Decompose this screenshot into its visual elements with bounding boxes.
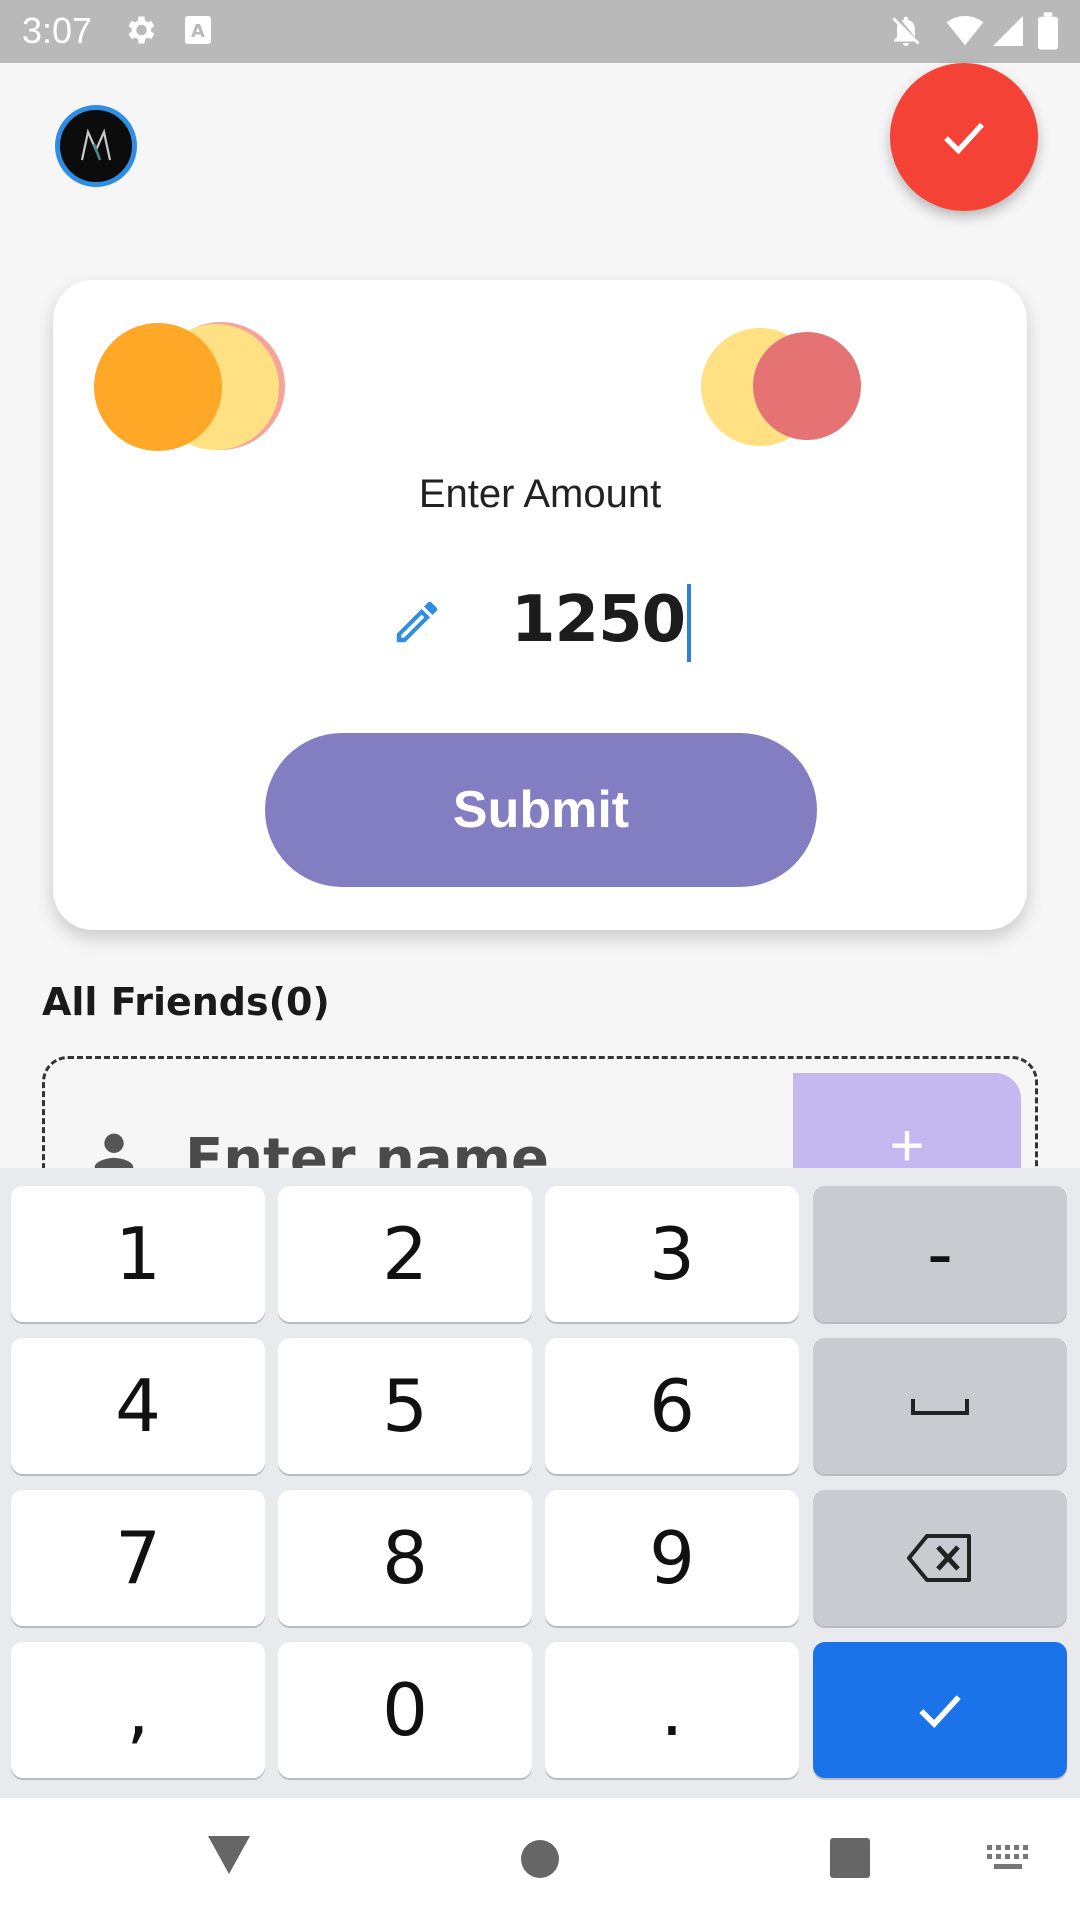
key-space[interactable] [813,1338,1067,1474]
numeric-keyboard: 1 2 3 - 4 5 6 7 8 9 , 0 . [0,1168,1080,1798]
enter-amount-label: Enter Amount [418,472,662,516]
key-2[interactable]: 2 [278,1186,532,1322]
key-period[interactable]: . [545,1642,799,1778]
card-logo-circle [753,332,861,440]
key-comma[interactable]: , [11,1642,265,1778]
key-4[interactable]: 4 [11,1338,265,1474]
navigation-bar [0,1798,1080,1920]
card-logo-circle [94,323,222,451]
amount-field[interactable]: 1250 [53,575,1027,665]
pencil-icon [390,595,444,654]
key-8[interactable]: 8 [278,1490,532,1626]
home-icon[interactable] [519,1838,561,1885]
key-1[interactable]: 1 [11,1186,265,1322]
key-7[interactable]: 7 [11,1490,265,1626]
a-badge-icon: A [184,12,212,53]
key-0[interactable]: 0 [278,1642,532,1778]
cell-signal-icon [990,12,1026,55]
key-backspace[interactable] [813,1490,1067,1626]
key-done[interactable] [813,1642,1067,1778]
submit-button[interactable]: Submit [265,733,817,887]
avatar-logo-icon [80,128,112,161]
key-6[interactable]: 6 [545,1338,799,1474]
friends-title: All Friends(0) [42,980,330,1024]
settings-icon [122,12,158,53]
recents-icon[interactable] [830,1838,870,1883]
key-minus[interactable]: - [813,1186,1067,1322]
amount-input[interactable]: 1250 [511,575,692,665]
add-friend-button[interactable]: + [793,1073,1021,1176]
add-friend-box: + [42,1056,1038,1176]
text-caret [687,584,692,663]
battery-icon [1038,12,1058,55]
key-9[interactable]: 9 [545,1490,799,1626]
key-3[interactable]: 3 [545,1186,799,1322]
key-5[interactable]: 5 [278,1338,532,1474]
check-icon [944,122,984,155]
confirm-button[interactable] [890,63,1038,211]
avatar[interactable] [55,105,137,187]
backspace-icon [907,1534,971,1582]
wifi-icon [944,12,986,55]
keyboard-switch-icon[interactable] [986,1844,1030,1877]
add-label: + [889,1112,925,1176]
check-icon [919,1695,961,1729]
svg-text:A: A [191,21,205,42]
space-bar-icon [911,1399,969,1415]
status-time: 3:07 [22,10,93,51]
notifications-off-icon [888,12,924,55]
status-bar: 3:07 A [0,0,1080,63]
back-icon[interactable] [206,1834,252,1881]
amount-card: Enter Amount 1250 Submit [53,280,1027,930]
